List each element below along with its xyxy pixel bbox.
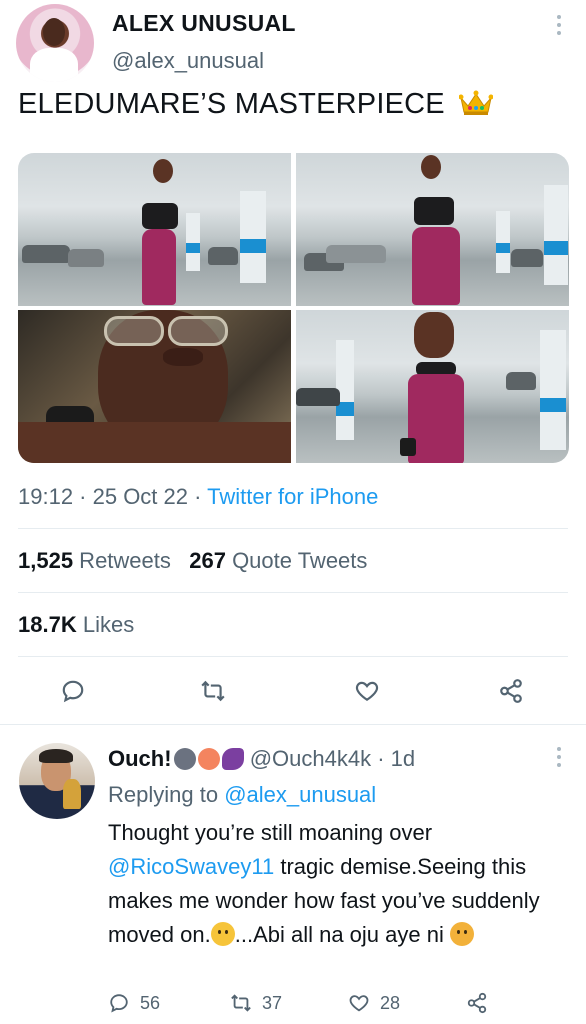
share-icon bbox=[467, 992, 487, 1014]
eggplant-emoji bbox=[221, 748, 244, 770]
crown-emoji bbox=[458, 90, 494, 116]
reply-icon bbox=[62, 680, 84, 703]
sad-face-emoji bbox=[210, 922, 235, 946]
user-handle[interactable]: @alex_unusual bbox=[112, 48, 264, 74]
display-name[interactable]: ALEX UNUSUAL bbox=[112, 10, 296, 37]
reply-header: Ouch! @Ouch4k4k · 1d bbox=[108, 746, 415, 772]
more-icon[interactable] bbox=[556, 746, 562, 768]
retweet-stats: 1,525 Retweets 267 Quote Tweets bbox=[18, 548, 367, 574]
reply-tweet[interactable]: Ouch! @Ouch4k4k · 1d Replying to @alex_u… bbox=[0, 726, 586, 1024]
like-button[interactable] bbox=[352, 676, 382, 706]
replying-prefix: Replying to bbox=[108, 782, 225, 807]
client-link[interactable]: Twitter for iPhone bbox=[207, 484, 378, 509]
photo-4[interactable] bbox=[296, 310, 569, 463]
reply-share-button[interactable] bbox=[466, 992, 488, 1014]
reply-display-name[interactable]: Ouch! bbox=[108, 746, 172, 771]
more-icon[interactable] bbox=[556, 14, 562, 36]
divider bbox=[18, 528, 568, 529]
quotes-count: 267 bbox=[189, 548, 226, 573]
reply-retweet-button[interactable]: 37 bbox=[230, 992, 282, 1014]
reply-mention[interactable]: @RicoSwavey11 bbox=[108, 854, 274, 879]
photo-3[interactable] bbox=[18, 310, 291, 463]
tweet-text-content: ELEDUMARE’S MASTERPIECE bbox=[18, 88, 445, 120]
replying-mention[interactable]: @alex_unusual bbox=[224, 782, 376, 807]
reply-reply-button[interactable]: 56 bbox=[108, 992, 160, 1014]
reply-text: Thought you’re still moaning over @RicoS… bbox=[108, 816, 558, 952]
reply-actions: 56 37 28 bbox=[108, 992, 548, 1020]
reply-text-part1: Thought you’re still moaning over bbox=[108, 820, 433, 845]
quotes-label: Quote Tweets bbox=[225, 548, 368, 573]
likes-stat[interactable]: 18.7K Likes bbox=[18, 612, 134, 638]
reply-button[interactable] bbox=[58, 676, 88, 706]
share-button[interactable] bbox=[496, 676, 526, 706]
retweets-label: Retweets bbox=[73, 548, 171, 573]
like-count: 28 bbox=[380, 992, 401, 1013]
reply-handle[interactable]: @Ouch4k4k bbox=[250, 746, 371, 771]
pleading-face-emoji bbox=[449, 922, 474, 946]
media-grid bbox=[18, 153, 569, 463]
retweets-count: 1,525 bbox=[18, 548, 74, 573]
replying-to: Replying to @alex_unusual bbox=[108, 782, 376, 808]
peach-emoji bbox=[197, 748, 220, 770]
retweet-button[interactable] bbox=[198, 676, 228, 706]
reply-icon bbox=[110, 994, 128, 1013]
retweet-count: 37 bbox=[262, 992, 283, 1013]
likes-count: 18.7K bbox=[18, 612, 77, 637]
timestamp: 19:12 · 25 Oct 22 · bbox=[18, 484, 208, 509]
tweet-actions bbox=[0, 668, 586, 712]
reply-like-button[interactable]: 28 bbox=[348, 992, 400, 1014]
avatar[interactable] bbox=[16, 4, 94, 82]
likes-label: Likes bbox=[76, 612, 135, 637]
retweet-icon bbox=[201, 680, 225, 702]
retweets-stat[interactable]: 1,525 Retweets bbox=[18, 548, 171, 573]
divider bbox=[18, 656, 568, 657]
heart-icon bbox=[355, 681, 379, 701]
smiley-emoji bbox=[173, 748, 196, 770]
tweet-text: ELEDUMARE’S MASTERPIECE bbox=[18, 88, 494, 121]
heart-icon bbox=[349, 995, 369, 1012]
quotes-stat[interactable]: 267 Quote Tweets bbox=[189, 548, 367, 573]
reply-avatar[interactable] bbox=[19, 743, 95, 819]
divider bbox=[18, 592, 568, 593]
tweet-header: ALEX UNUSUAL @alex_unusual bbox=[0, 0, 586, 84]
reply-time: · 1d bbox=[371, 746, 416, 771]
reply-text-part3: ...Abi all na oju aye ni bbox=[234, 922, 450, 947]
photo-2[interactable] bbox=[296, 153, 569, 306]
photo-1[interactable] bbox=[18, 153, 291, 306]
retweet-icon bbox=[231, 994, 251, 1012]
tweet-meta: 19:12 · 25 Oct 22 · Twitter for iPhone bbox=[18, 484, 378, 510]
share-icon bbox=[500, 679, 522, 703]
reply-count: 56 bbox=[140, 992, 161, 1013]
divider bbox=[0, 724, 586, 725]
